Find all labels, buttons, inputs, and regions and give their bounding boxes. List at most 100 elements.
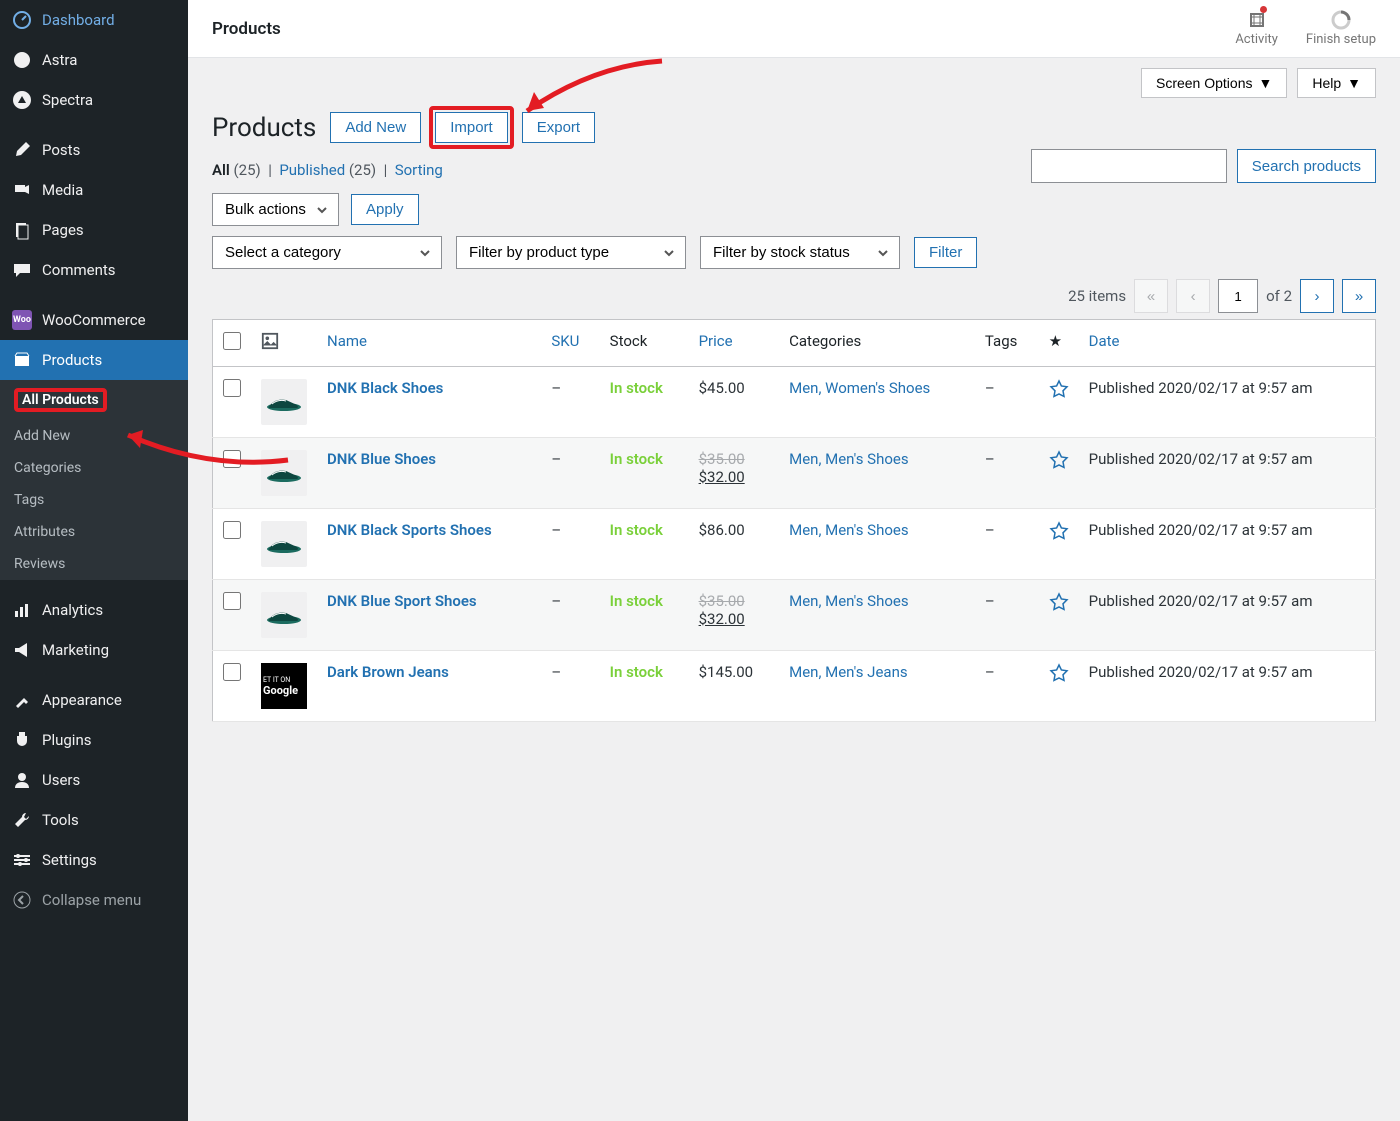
stock-status: In stock (610, 663, 663, 681)
category-link[interactable]: Men, Men's Shoes (789, 592, 909, 610)
sidebar-sub-categories[interactable]: Categories (0, 452, 188, 484)
sidebar-label: Tools (42, 811, 79, 829)
sidebar-item-posts[interactable]: Posts (0, 130, 188, 170)
sidebar-label: Media (42, 181, 83, 199)
select-all-checkbox[interactable] (223, 332, 241, 350)
product-name-link[interactable]: DNK Black Shoes (327, 379, 443, 397)
featured-star-icon[interactable] (1049, 521, 1069, 541)
sidebar-item-pages[interactable]: Pages (0, 210, 188, 250)
sidebar-label: Settings (42, 851, 97, 869)
item-count: 25 items (1068, 287, 1126, 305)
sidebar-item-settings[interactable]: Settings (0, 840, 188, 880)
featured-star-icon[interactable] (1049, 663, 1069, 683)
product-name-link[interactable]: Dark Brown Jeans (327, 663, 449, 681)
product-thumbnail[interactable] (251, 438, 317, 509)
product-name-link[interactable]: DNK Blue Sport Shoes (327, 592, 477, 610)
col-name[interactable]: Name (317, 320, 541, 367)
sidebar-label: Comments (42, 261, 116, 279)
product-sku: – (541, 651, 599, 722)
first-page-button[interactable]: « (1134, 279, 1168, 313)
activity-button[interactable]: Activity (1235, 10, 1278, 47)
stock-status-filter[interactable]: Filter by stock status (700, 236, 900, 269)
col-tags: Tags (975, 320, 1039, 367)
screen-options-button[interactable]: Screen Options ▼ (1141, 68, 1287, 98)
col-price[interactable]: Price (689, 320, 780, 367)
sidebar-sub-add-new[interactable]: Add New (0, 420, 188, 452)
product-price: $35.00$32.00 (689, 438, 780, 509)
chevron-down-icon: ▼ (1347, 75, 1361, 91)
help-button[interactable]: Help ▼ (1297, 68, 1376, 98)
last-page-button[interactable]: » (1342, 279, 1376, 313)
bulk-actions-select[interactable]: Bulk actions (212, 193, 339, 226)
sidebar-item-marketing[interactable]: Marketing (0, 630, 188, 670)
media-icon (12, 180, 32, 200)
sidebar-label: Users (42, 771, 80, 789)
col-sku[interactable]: SKU (541, 320, 599, 367)
filter-button[interactable]: Filter (914, 237, 977, 268)
settings-icon (12, 850, 32, 870)
featured-star-icon[interactable] (1049, 379, 1069, 399)
sidebar-item-comments[interactable]: Comments (0, 250, 188, 290)
sidebar-item-appearance[interactable]: Appearance (0, 680, 188, 720)
product-name-link[interactable]: DNK Black Sports Shoes (327, 521, 492, 539)
sidebar-item-tools[interactable]: Tools (0, 800, 188, 840)
row-checkbox[interactable] (223, 521, 241, 539)
next-page-button[interactable]: › (1300, 279, 1334, 313)
sidebar-item-analytics[interactable]: Analytics (0, 590, 188, 630)
product-name-link[interactable]: DNK Blue Shoes (327, 450, 436, 468)
sidebar-item-products[interactable]: Products (0, 340, 188, 380)
product-type-filter[interactable]: Filter by product type (456, 236, 686, 269)
sidebar-item-astra[interactable]: Astra (0, 40, 188, 80)
featured-star-icon[interactable] (1049, 450, 1069, 470)
sidebar-sub-tags[interactable]: Tags (0, 484, 188, 516)
sidebar-sub-reviews[interactable]: Reviews (0, 548, 188, 580)
apply-button[interactable]: Apply (351, 194, 419, 225)
table-row: DNK Black Sports Shoes – In stock $86.00… (213, 509, 1376, 580)
category-link[interactable]: Men, Men's Jeans (789, 663, 908, 681)
sidebar-item-woocommerce[interactable]: Woo WooCommerce (0, 300, 188, 340)
sidebar-label: Dashboard (42, 11, 115, 29)
topbar: Products Activity Finish setup (188, 0, 1400, 58)
filter-all[interactable]: All (25) (212, 161, 261, 179)
prev-page-button[interactable]: ‹ (1176, 279, 1210, 313)
product-thumbnail[interactable]: ET IT ONGoogle (251, 651, 317, 722)
search-input[interactable] (1031, 149, 1227, 183)
sidebar-sub-attributes[interactable]: Attributes (0, 516, 188, 548)
sidebar-label: Analytics (42, 601, 103, 619)
filter-published[interactable]: Published (25) (279, 161, 376, 179)
product-thumbnail[interactable] (251, 367, 317, 438)
product-date: Published 2020/02/17 at 9:57 am (1079, 438, 1376, 509)
product-thumbnail[interactable] (251, 509, 317, 580)
comments-icon (12, 260, 32, 280)
category-link[interactable]: Men, Women's Shoes (789, 379, 930, 397)
table-row: DNK Black Shoes – In stock $45.00 Men, W… (213, 367, 1376, 438)
sidebar-label: Spectra (42, 91, 93, 109)
page-input[interactable] (1218, 279, 1258, 313)
finish-setup-button[interactable]: Finish setup (1306, 10, 1376, 47)
product-price: $45.00 (689, 367, 780, 438)
export-button[interactable]: Export (522, 112, 595, 143)
admin-sidebar: Dashboard Astra Spectra Posts Media Page… (0, 0, 188, 1121)
import-button[interactable]: Import (435, 112, 508, 143)
category-filter[interactable]: Select a category (212, 236, 442, 269)
row-checkbox[interactable] (223, 663, 241, 681)
category-link[interactable]: Men, Men's Shoes (789, 521, 909, 539)
product-thumbnail[interactable] (251, 580, 317, 651)
col-date[interactable]: Date (1079, 320, 1376, 367)
sidebar-item-spectra[interactable]: Spectra (0, 80, 188, 120)
sidebar-sub-all-products[interactable]: All Products (0, 380, 188, 420)
add-new-button[interactable]: Add New (330, 112, 421, 143)
sidebar-item-dashboard[interactable]: Dashboard (0, 0, 188, 40)
products-table: Name SKU Stock Price Categories Tags ★ D… (212, 319, 1376, 722)
sidebar-item-media[interactable]: Media (0, 170, 188, 210)
row-checkbox[interactable] (223, 592, 241, 610)
sidebar-item-plugins[interactable]: Plugins (0, 720, 188, 760)
sidebar-item-collapse[interactable]: Collapse menu (0, 880, 188, 920)
sidebar-item-users[interactable]: Users (0, 760, 188, 800)
row-checkbox[interactable] (223, 450, 241, 468)
category-link[interactable]: Men, Men's Shoes (789, 450, 909, 468)
row-checkbox[interactable] (223, 379, 241, 397)
search-button[interactable]: Search products (1237, 149, 1376, 183)
featured-star-icon[interactable] (1049, 592, 1069, 612)
filter-sorting[interactable]: Sorting (395, 161, 443, 179)
